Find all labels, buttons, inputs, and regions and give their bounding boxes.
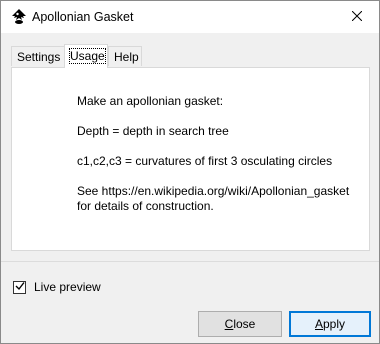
divider	[1, 261, 379, 262]
usage-panel: Make an apollonian gasket: Depth = depth…	[11, 67, 370, 251]
usage-line-reference: See https://en.wikipedia.org/wiki/Apollo…	[77, 184, 350, 213]
close-mnemonic: C	[224, 317, 234, 331]
apply-mnemonic: A	[314, 317, 323, 331]
apply-button[interactable]: Apply	[289, 311, 371, 337]
tab-usage[interactable]: Usage	[64, 44, 108, 68]
close-button[interactable]: Close	[198, 311, 282, 337]
tab-settings-label: Settings	[17, 50, 61, 64]
tab-help[interactable]: Help	[108, 46, 142, 66]
window-title: Apollonian Gasket	[32, 10, 134, 24]
tab-usage-label: Usage	[69, 48, 106, 64]
inkscape-icon	[10, 8, 28, 26]
close-label-rest: lose	[233, 317, 256, 331]
usage-text: Make an apollonian gasket: Depth = depth…	[77, 94, 349, 229]
close-window-button[interactable]	[335, 1, 379, 33]
tab-settings[interactable]: Settings	[11, 46, 65, 66]
dialog-window: Apollonian Gasket Settings Usage Help Ma…	[0, 0, 380, 344]
usage-line-curvatures: c1,c2,c3 = curvatures of first 3 osculat…	[77, 154, 333, 168]
live-preview-label: Live preview	[34, 280, 101, 294]
close-icon	[351, 10, 363, 24]
checkmark-icon	[15, 280, 25, 294]
tab-help-label: Help	[114, 50, 139, 64]
usage-line-depth: Depth = depth in search tree	[77, 124, 229, 138]
live-preview-checkbox[interactable]	[13, 280, 26, 294]
usage-line-intro: Make an apollonian gasket:	[77, 94, 224, 108]
live-preview-row[interactable]: Live preview	[13, 279, 101, 295]
apply-label-rest: pply	[323, 317, 346, 331]
title-bar[interactable]: Apollonian Gasket	[1, 1, 379, 33]
